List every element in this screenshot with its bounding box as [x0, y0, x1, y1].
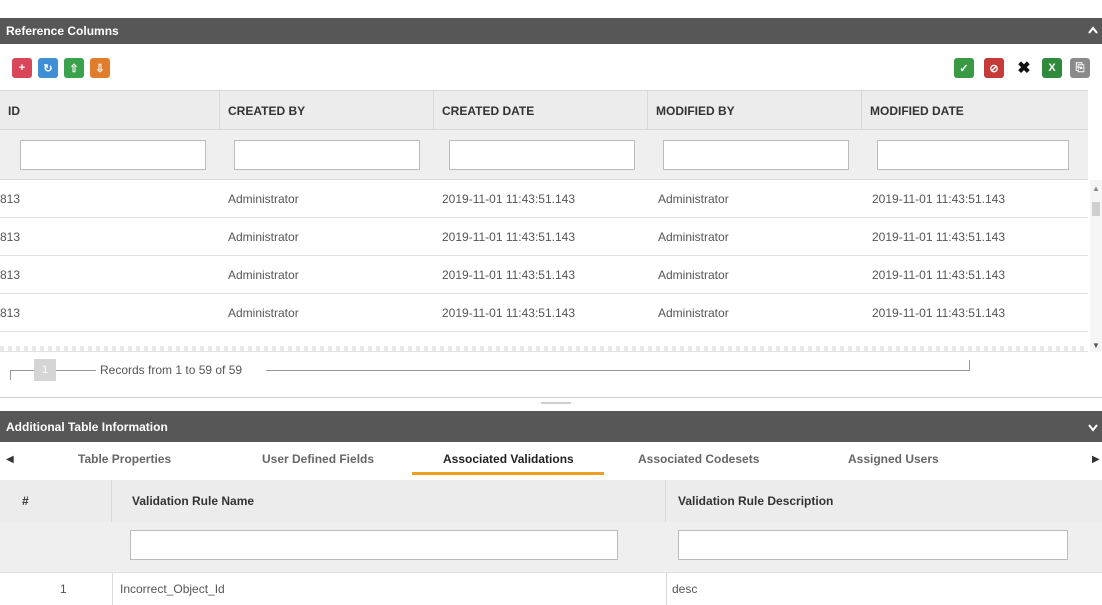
row-modified-date: 2019-11-01 11:43:51.143 — [872, 306, 1006, 320]
column-header-modified-date[interactable]: MODIFIED DATE — [862, 91, 1088, 131]
tab-user-defined-fields[interactable]: User Defined Fields — [262, 452, 374, 466]
row-created-date: 2019-11-01 11:43:51.143 — [442, 230, 576, 244]
save-icon[interactable]: ✓ — [954, 58, 974, 78]
additional-info-header: Additional Table Information — [0, 411, 1102, 442]
row-id: 813 — [0, 268, 21, 282]
save-cancel-icon[interactable]: ⊘ — [984, 58, 1004, 78]
row-modified-date: 2019-11-01 11:43:51.143 — [872, 268, 1006, 282]
collapse-down-icon[interactable] — [1088, 421, 1098, 435]
table-row-partial — [0, 332, 1088, 352]
row-modified-by: Administrator — [658, 230, 729, 244]
copy-icon[interactable]: ⎘ — [1070, 58, 1090, 78]
records-count: Records from 1 to 59 of 59 — [100, 363, 243, 377]
row-modified-by: Administrator — [658, 306, 729, 320]
reference-filter-row — [0, 130, 1088, 180]
delete-icon[interactable]: ✖ — [1014, 58, 1034, 78]
row-modified-date: 2019-11-01 11:43:51.143 — [872, 230, 1006, 244]
validation-grid-header: # Validation Rule Name Validation Rule D… — [0, 480, 1102, 522]
table-row[interactable]: 813 Administrator 2019-11-01 11:43:51.143 A… — [0, 256, 1088, 294]
import-icon[interactable]: ⇩ — [90, 58, 110, 78]
page-1-button[interactable]: 1 — [34, 359, 56, 381]
row-created-date: 2019-11-01 11:43:51.143 — [442, 306, 576, 320]
row-modified-date: 2019-11-01 11:43:51.143 — [872, 192, 1006, 206]
tab-scroll-right-icon[interactable]: ▶ — [1092, 454, 1100, 465]
scroll-thumb[interactable] — [1092, 202, 1100, 216]
column-header-created-by[interactable]: CREATED BY — [220, 91, 434, 131]
reference-scrollbar[interactable]: ▲ ▼ — [1090, 180, 1102, 352]
row-id: 813 — [0, 192, 21, 206]
row-created-by: Administrator — [228, 306, 299, 320]
row-created-by: Administrator — [228, 268, 299, 282]
filter-created-by-input[interactable] — [234, 140, 420, 170]
row-created-by: Administrator — [228, 192, 299, 206]
tab-scroll-left-icon[interactable]: ◀ — [6, 454, 14, 465]
tab-assigned-users[interactable]: Assigned Users — [848, 452, 939, 466]
row-modified-by: Administrator — [658, 192, 729, 206]
table-row[interactable]: 813 Administrator 2019-11-01 11:43:51.143 A… — [0, 218, 1088, 256]
reference-pager: 1 Records from 1 to 59 of 59 — [0, 353, 1102, 397]
row-created-by: Administrator — [228, 230, 299, 244]
splitter-handle[interactable] — [541, 402, 571, 404]
row-created-date: 2019-11-01 11:43:51.143 — [442, 192, 576, 206]
additional-info-title: Additional Table Information — [6, 419, 168, 434]
validation-rule-name: Incorrect_Object_Id — [120, 582, 225, 596]
additional-tabs: ◀ Table Properties User Defined Fields A… — [0, 444, 1102, 478]
column-header-rule-name[interactable]: Validation Rule Name — [112, 480, 666, 522]
collapse-up-icon[interactable] — [1088, 23, 1098, 37]
column-header-rule-description[interactable]: Validation Rule Description — [666, 480, 1102, 522]
tab-associated-validations[interactable]: Associated Validations — [443, 452, 574, 466]
filter-created-date-input[interactable] — [449, 140, 635, 170]
column-header-number[interactable]: # — [0, 480, 112, 522]
table-row[interactable]: 1 Incorrect_Object_Id desc — [0, 572, 1102, 605]
reference-grid-header: ID CREATED BY CREATED DATE MODIFIED BY M… — [0, 90, 1088, 131]
tab-associated-codesets[interactable]: Associated Codesets — [638, 452, 759, 466]
add-record-icon[interactable]: + — [12, 58, 32, 78]
validation-row-number: 1 — [60, 582, 67, 596]
column-header-modified-by[interactable]: MODIFIED BY — [648, 91, 862, 131]
scroll-down-icon[interactable]: ▼ — [1092, 341, 1100, 350]
reference-columns-header: Reference Columns — [0, 18, 1102, 44]
validation-rule-description: desc — [672, 582, 698, 596]
filter-id-input[interactable] — [20, 140, 206, 170]
reference-columns-title: Reference Columns — [6, 24, 119, 38]
active-tab-indicator — [412, 472, 604, 475]
excel-icon[interactable]: X — [1042, 58, 1062, 78]
column-header-id[interactable]: ID — [0, 91, 220, 131]
table-row[interactable]: 813 Administrator 2019-11-01 11:43:51.143 A… — [0, 180, 1088, 218]
scroll-up-icon[interactable]: ▲ — [1092, 184, 1100, 193]
column-header-created-date[interactable]: CREATED DATE — [434, 91, 648, 131]
row-id: 813 — [0, 230, 21, 244]
row-created-date: 2019-11-01 11:43:51.143 — [442, 268, 576, 282]
filter-rule-name-input[interactable] — [130, 530, 618, 560]
tab-table-properties[interactable]: Table Properties — [78, 452, 171, 466]
filter-modified-date-input[interactable] — [877, 140, 1069, 170]
table-row[interactable]: 813 Administrator 2019-11-01 11:43:51.143 A… — [0, 294, 1088, 332]
export-icon[interactable]: ⇧ — [64, 58, 84, 78]
filter-modified-by-input[interactable] — [663, 140, 849, 170]
row-id: 813 — [0, 306, 21, 320]
validation-filter-row — [0, 522, 1102, 572]
refresh-icon[interactable]: ↻ — [38, 58, 58, 78]
reference-toolbar: + ↻ ⇧ ⇩ ✓ ⊘ ✖ X ⎘ — [0, 50, 1102, 88]
filter-rule-description-input[interactable] — [678, 530, 1068, 560]
row-modified-by: Administrator — [658, 268, 729, 282]
